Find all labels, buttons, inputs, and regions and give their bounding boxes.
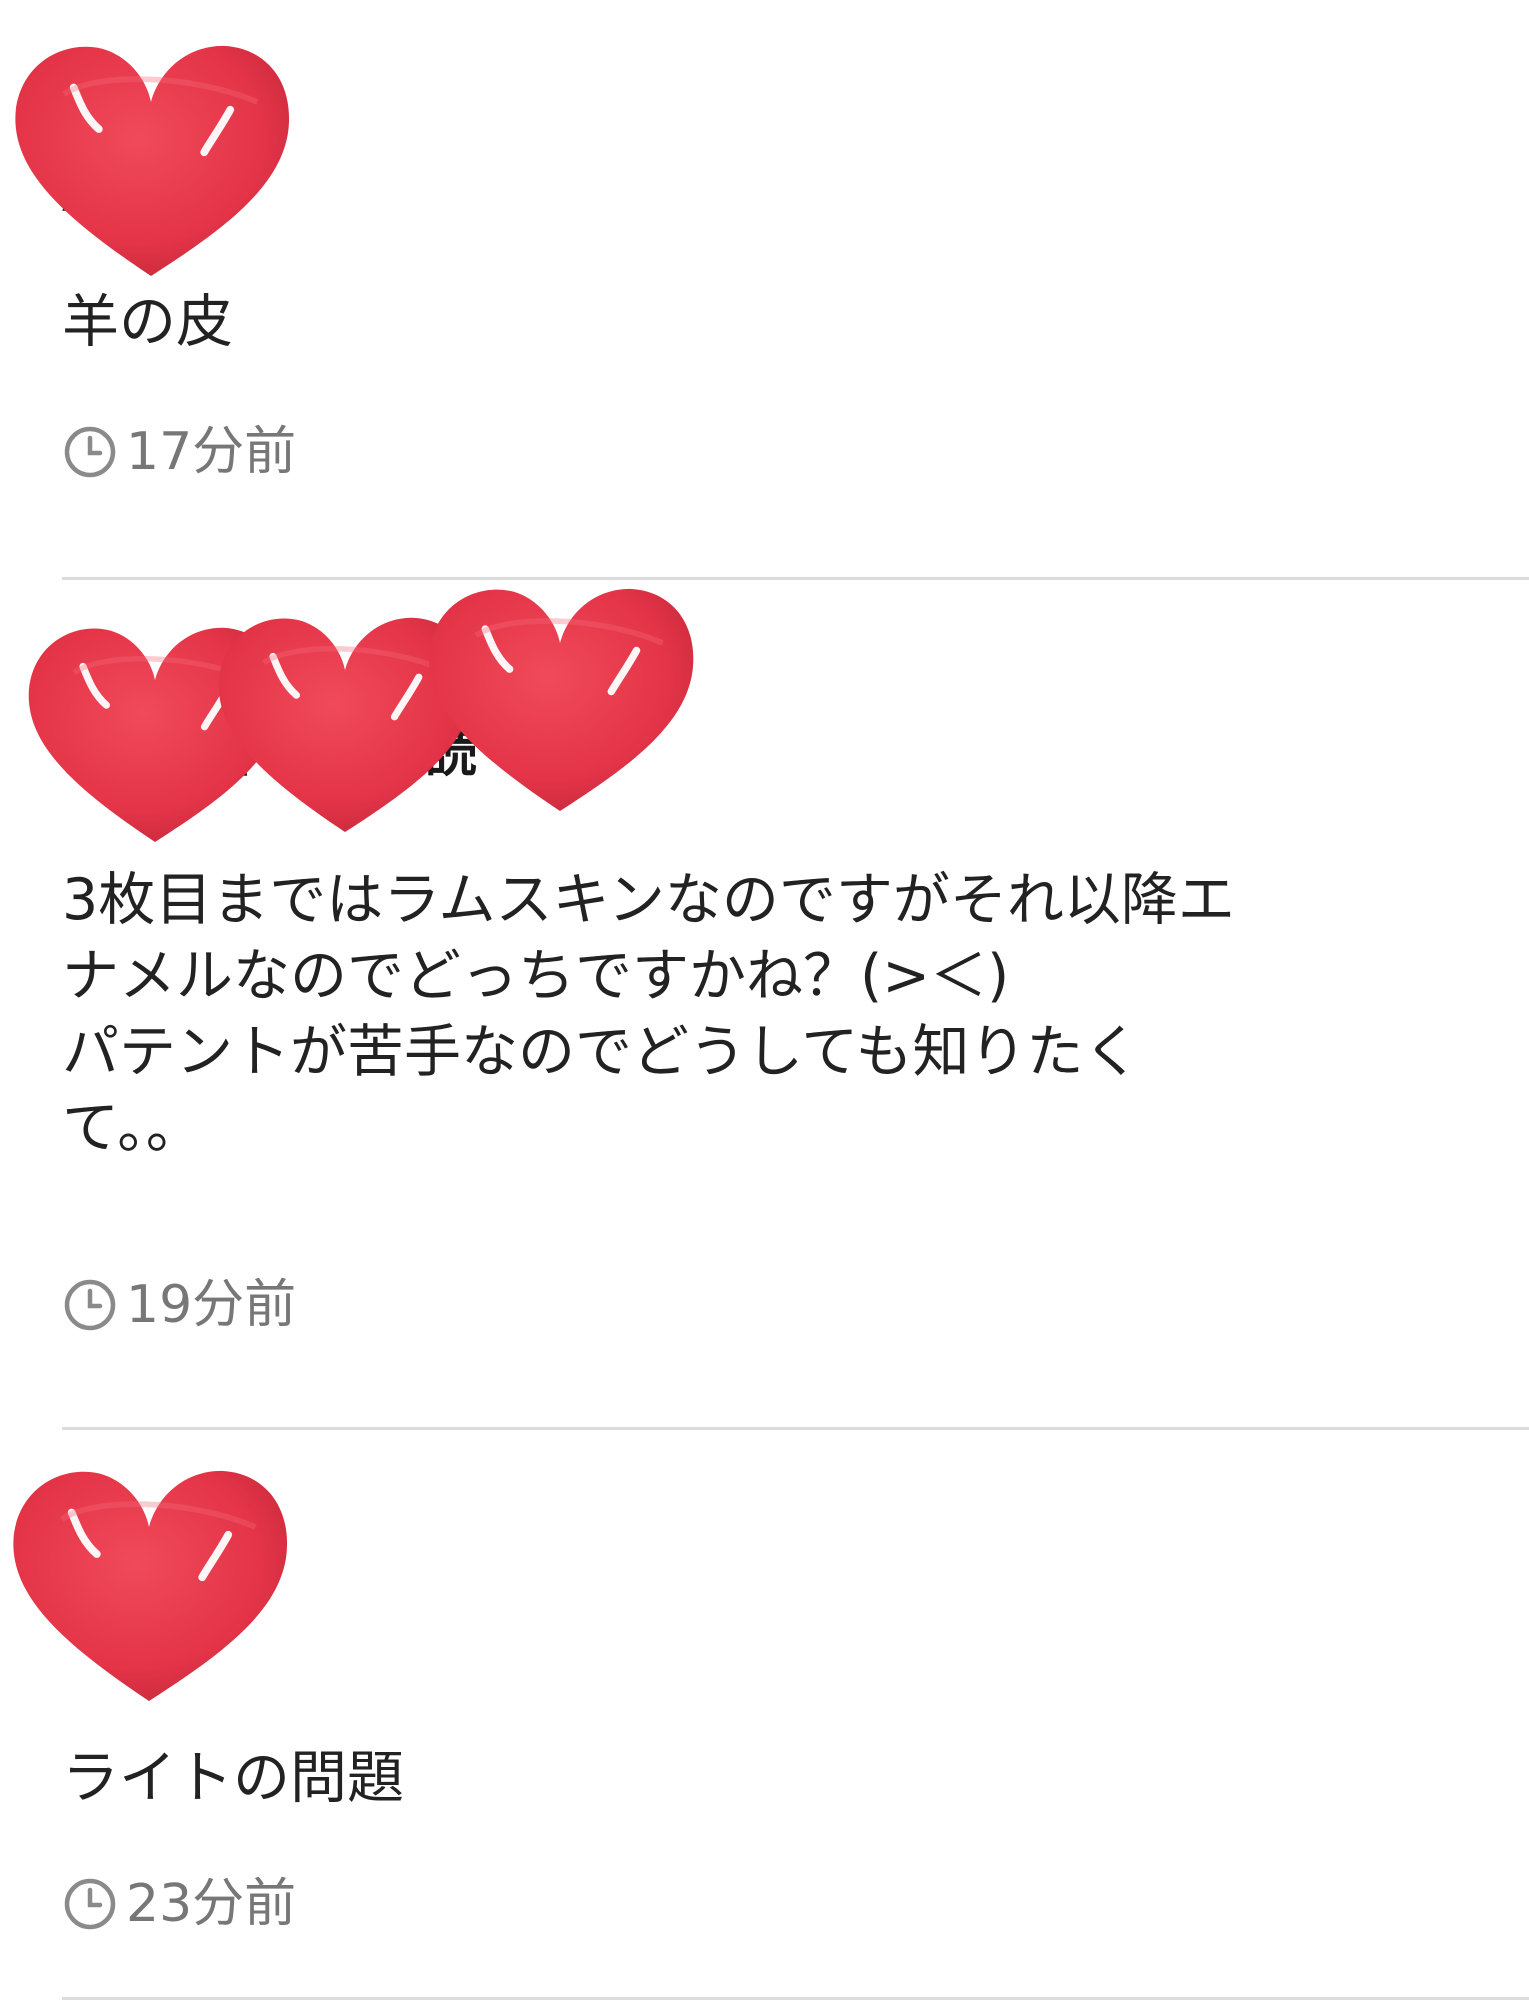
clock-icon — [62, 424, 118, 480]
post-item[interactable]: Aha 羊の皮 17分前 — [0, 0, 1529, 580]
post-body: ライトの問題 — [62, 1745, 404, 1811]
post-time-row: 19分前 — [62, 1275, 296, 1335]
heart-sticker-overlay — [4, 1455, 294, 1715]
post-item[interactable]: プロフィール必読 3枚目まではラムスキンなのですがそれ以降エ ナメルなのでどっち… — [0, 580, 1529, 1430]
post-time-row: 17分前 — [62, 422, 296, 482]
post-feed: Aha 羊の皮 17分前 プロフィール必読 3枚目まではラムスキンなのですがそれ… — [0, 0, 1529, 2016]
post-username[interactable]: プロフィール必読 — [62, 728, 477, 780]
post-body: 3枚目まではラムスキンなのですがそれ以降エ ナメルなのでどっちですかね？(>＜)… — [62, 867, 1235, 1161]
post-time: 17分前 — [126, 422, 297, 482]
divider — [62, 1997, 1529, 2000]
post-time-row: 23分前 — [62, 1874, 296, 1934]
post-item[interactable]: Aha ライトの問題 23分前 — [0, 1430, 1529, 2000]
clock-icon — [62, 1876, 118, 1932]
post-body: 羊の皮 — [62, 289, 233, 355]
clock-icon — [62, 1277, 118, 1333]
post-time: 19分前 — [126, 1275, 297, 1335]
post-time: 23分前 — [126, 1874, 297, 1934]
heart-icon — [15, 46, 289, 276]
post-username[interactable]: Aha — [62, 168, 174, 220]
post-username[interactable]: Aha — [62, 1590, 174, 1642]
heart-sticker-overlay — [6, 30, 296, 290]
heart-sticker-overlay — [20, 574, 700, 854]
